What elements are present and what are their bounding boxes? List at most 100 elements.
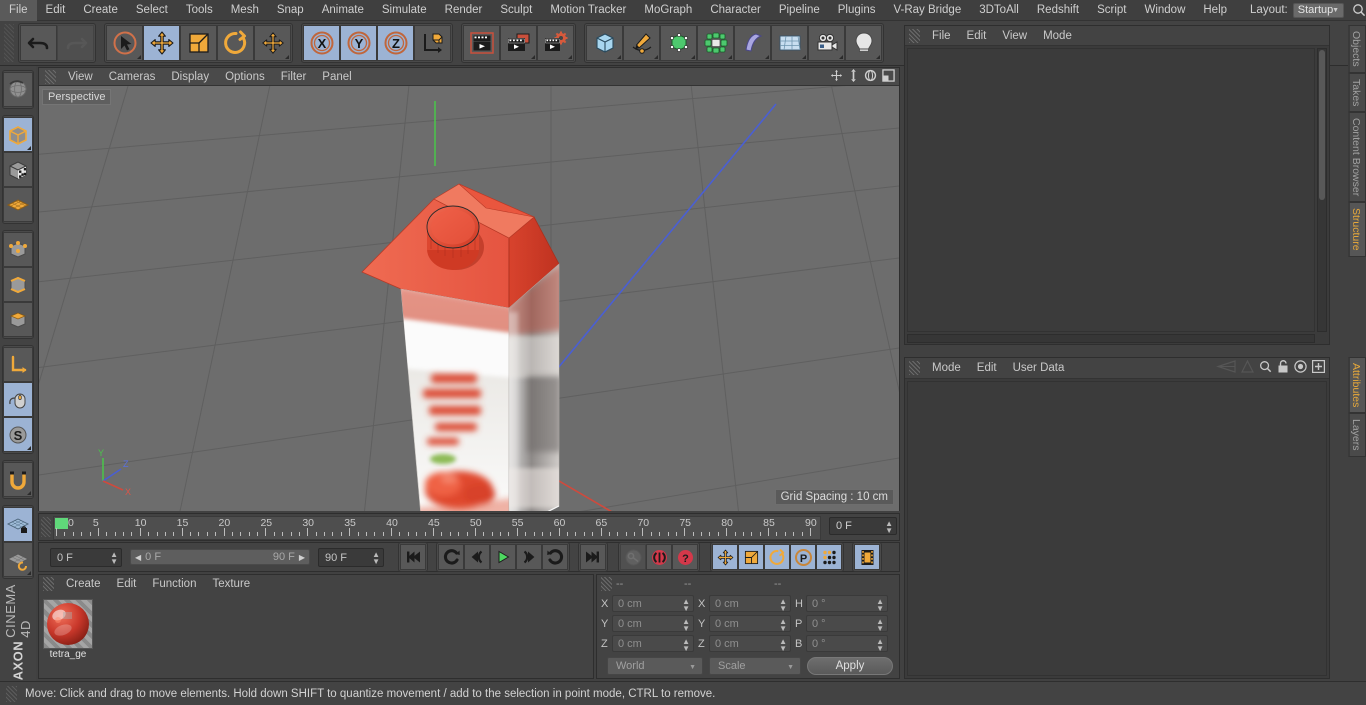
material-menu-edit[interactable]: Edit (109, 575, 145, 593)
object-manager-menu-mode[interactable]: Mode (1035, 27, 1080, 45)
texture-mode-button[interactable] (3, 152, 33, 187)
menu-help[interactable]: Help (1194, 0, 1236, 21)
menu-file[interactable]: File (0, 0, 37, 21)
record-rotation-button[interactable] (764, 544, 790, 570)
spinner-icon[interactable]: ▲ ▼ (682, 598, 690, 613)
go-to-start-button[interactable] (400, 544, 426, 570)
add-nurbs-button[interactable] (660, 25, 697, 61)
spinner-icon[interactable]: ▲ ▼ (876, 618, 884, 633)
menu-window[interactable]: Window (1135, 0, 1194, 21)
lock-workplane-button[interactable] (3, 507, 33, 542)
menu-script[interactable]: Script (1088, 0, 1135, 21)
points-mode-button[interactable] (3, 232, 33, 267)
viewport-menu-filter[interactable]: Filter (273, 68, 315, 86)
z-axis-lock-button[interactable]: Z (377, 25, 414, 61)
menu-select[interactable]: Select (127, 0, 177, 21)
redo-button[interactable] (57, 25, 94, 61)
menu-simulate[interactable]: Simulate (373, 0, 436, 21)
menu-render[interactable]: Render (436, 0, 492, 21)
spinner-icon[interactable]: ▲ ▼ (885, 520, 893, 535)
status-bar-grip[interactable] (6, 685, 17, 702)
search-icon[interactable] (1352, 2, 1366, 18)
enable-axis-button[interactable] (3, 347, 33, 382)
play-reverse-loop-button[interactable] (438, 544, 464, 570)
current-frame-field[interactable]: 0 F ▲ ▼ (50, 547, 122, 567)
step-forward-button[interactable] (516, 544, 542, 570)
timeline-ruler[interactable]: 0 5 10 15 20 25 30 35 40 45 50 55 60 65 70 75 80 85 90 (53, 516, 821, 540)
lock-icon[interactable] (1277, 360, 1289, 376)
menu-sculpt[interactable]: Sculpt (491, 0, 541, 21)
record-scale-button[interactable] (738, 544, 764, 570)
maximize-icon[interactable] (882, 69, 895, 85)
attribute-menu-edit[interactable]: Edit (969, 358, 1005, 378)
render-picture-viewer-button[interactable] (500, 25, 537, 61)
play-forward-button[interactable] (490, 544, 516, 570)
spinner-icon[interactable]: ▲ ▼ (682, 638, 690, 653)
spinner-icon[interactable]: ▲ ▼ (682, 618, 690, 633)
viewport-menu-options[interactable]: Options (217, 68, 273, 86)
range-right-arrow-icon[interactable]: ▶ (299, 553, 305, 562)
object-manager-menu-view[interactable]: View (994, 27, 1035, 45)
coordinates-position-field[interactable]: 0 cm ▲ ▼ (612, 635, 694, 653)
tab-objects[interactable]: Objects (1348, 25, 1366, 73)
menu-plugins[interactable]: Plugins (829, 0, 885, 21)
menu-v-ray-bridge[interactable]: V-Ray Bridge (884, 0, 970, 21)
material-menu-texture[interactable]: Texture (204, 575, 258, 593)
object-manager-menu-file[interactable]: File (924, 27, 959, 45)
viewport-mouse-button[interactable] (3, 382, 33, 417)
scale-tool-button[interactable] (180, 25, 217, 61)
menu-snap[interactable]: Snap (268, 0, 313, 21)
attribute-menu-user-data[interactable]: User Data (1005, 358, 1073, 378)
coordinates-rotation-field[interactable]: 0 ° ▲ ▼ (806, 595, 888, 613)
timeline-grip[interactable] (41, 517, 51, 537)
target-icon[interactable] (1294, 360, 1307, 376)
spinner-icon[interactable]: ▲ ▼ (372, 550, 380, 565)
coordinates-position-field[interactable]: 0 cm ▲ ▼ (612, 615, 694, 633)
coordinates-size-field[interactable]: 0 cm ▲ ▼ (709, 595, 791, 613)
live-selection-button[interactable] (106, 25, 143, 61)
spinner-icon[interactable]: ▲ ▼ (779, 598, 787, 613)
coordinates-size-field[interactable]: 0 cm ▲ ▼ (709, 635, 791, 653)
attribute-manager-body[interactable] (907, 381, 1327, 676)
add-light-button[interactable] (845, 25, 882, 61)
move-alt-button[interactable] (254, 25, 291, 61)
move-tool-button[interactable] (143, 25, 180, 61)
record-key-button[interactable] (620, 544, 646, 570)
add-camera-button[interactable] (808, 25, 845, 61)
range-left-arrow-icon[interactable]: ◀ (135, 553, 141, 562)
material-grip[interactable] (43, 577, 54, 591)
preview-range-bar[interactable]: ◀ 0 F 90 F ▶ (130, 549, 310, 565)
snap-magnet-button[interactable] (3, 462, 33, 497)
viewport-grip[interactable] (45, 69, 56, 84)
tab-attributes[interactable]: Attributes (1348, 357, 1366, 414)
x-axis-lock-button[interactable]: X (303, 25, 340, 61)
world-coordinates-button[interactable] (414, 25, 451, 61)
menu-motion-tracker[interactable]: Motion Tracker (541, 0, 635, 21)
viewport-menu-view[interactable]: View (60, 68, 101, 86)
object-manager-vscrollbar[interactable] (1317, 48, 1327, 332)
record-position-button[interactable] (712, 544, 738, 570)
pan-icon[interactable] (830, 69, 843, 85)
render-view-button[interactable] (463, 25, 500, 61)
size-mode-dropdown[interactable]: Scale ▼ (709, 657, 801, 675)
play-loop-button[interactable] (542, 544, 568, 570)
open-timeline-button[interactable] (854, 544, 880, 570)
max-frame-field[interactable]: 90 F ▲ ▼ (318, 547, 384, 567)
go-to-end-button[interactable] (580, 544, 606, 570)
workplane-mode-button[interactable] (3, 187, 33, 222)
step-back-button[interactable] (464, 544, 490, 570)
coordinates-grip[interactable] (601, 577, 612, 591)
menu-pipeline[interactable]: Pipeline (770, 0, 829, 21)
object-manager-menu-edit[interactable]: Edit (959, 27, 995, 45)
layout-dropdown[interactable]: Startup ▼ (1292, 2, 1344, 18)
object-manager-list[interactable] (907, 48, 1315, 332)
rotate-workplane-button[interactable] (3, 542, 33, 577)
add-spline-button[interactable] (623, 25, 660, 61)
plus-icon[interactable] (1312, 360, 1326, 376)
tab-layers[interactable]: Layers (1348, 413, 1366, 457)
polygons-mode-button[interactable] (3, 302, 33, 337)
tab-content-browser[interactable]: Content Browser (1348, 112, 1366, 203)
add-array-button[interactable] (697, 25, 734, 61)
spinner-icon[interactable]: ▲ ▼ (876, 638, 884, 653)
timeline-frame-field[interactable]: 0 F ▲ ▼ (829, 517, 897, 535)
